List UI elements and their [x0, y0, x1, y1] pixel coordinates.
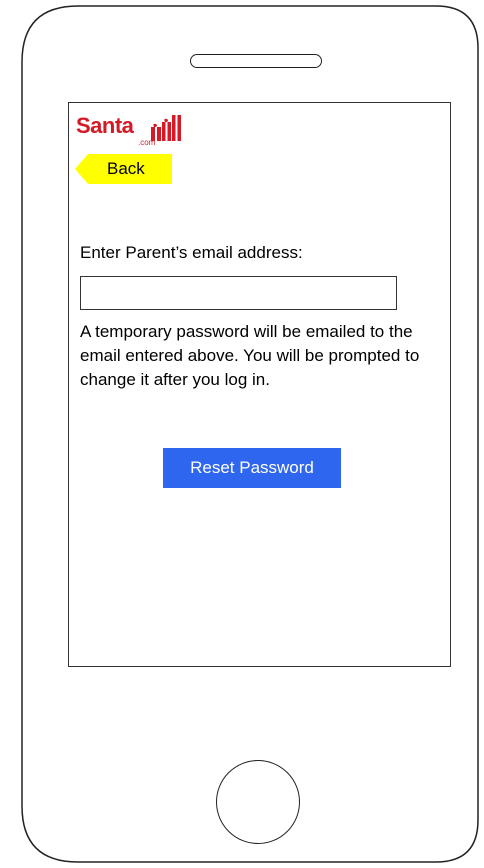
santa-logo[interactable]: Santa .com	[76, 113, 186, 151]
reset-info-text: A temporary password will be emailed to …	[80, 322, 420, 389]
logo-brand-text: Santa	[76, 113, 134, 138]
back-button[interactable]: Back	[75, 154, 172, 184]
home-button[interactable]	[216, 760, 300, 844]
gift-stack-icon	[151, 115, 181, 141]
app-screen: Santa .com Back Enter Parent’s email add…	[68, 102, 451, 667]
back-button-label: Back	[107, 159, 145, 178]
speaker-slot	[190, 54, 322, 68]
email-field[interactable]	[80, 276, 397, 310]
reset-password-button[interactable]: Reset Password	[163, 448, 341, 488]
phone-frame: Santa .com Back Enter Parent’s email add…	[0, 0, 484, 868]
email-field-label: Enter Parent’s email address:	[80, 243, 303, 262]
